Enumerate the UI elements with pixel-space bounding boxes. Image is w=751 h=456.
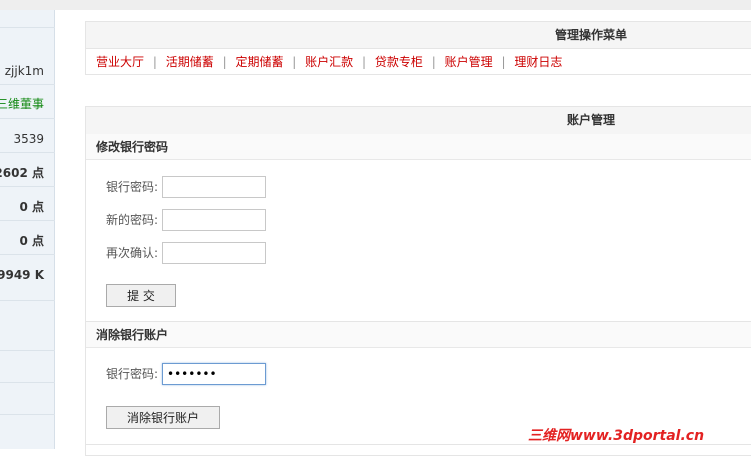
sidebar-divider xyxy=(0,350,55,351)
submit-button[interactable]: 提 交 xyxy=(106,284,176,307)
close-bank-password-input[interactable] xyxy=(162,363,266,385)
sidebar-user-group: 三维董事 xyxy=(0,97,44,111)
sidebar-divider xyxy=(0,186,55,187)
account-management-panel: 账户管理 修改银行密码 银行密码: 新的密码: 再次确认: 提 交 消除银行账户… xyxy=(85,106,751,456)
menu-separator: | xyxy=(152,55,157,69)
menu-link-fixed-deposit[interactable]: 定期储蓄 xyxy=(235,55,283,69)
sidebar-username[interactable]: zjjk1m xyxy=(5,62,44,80)
sidebar-divider xyxy=(0,152,55,153)
top-strip xyxy=(0,0,751,10)
sidebar-stat: 2602 点 xyxy=(0,166,44,180)
menu-link-finance-log[interactable]: 理财日志 xyxy=(514,55,562,69)
menu-separator: | xyxy=(222,55,227,69)
menu-separator: | xyxy=(362,55,367,69)
menu-links: 营业大厅 | 活期储蓄 | 定期储蓄 | 账户汇款 | 贷款专柜 | 账户管理 … xyxy=(86,49,751,71)
menu-link-demand-deposit[interactable]: 活期储蓄 xyxy=(166,55,214,69)
sidebar-divider xyxy=(0,382,55,383)
menu-separator: | xyxy=(501,55,506,69)
menu-link-remittance[interactable]: 账户汇款 xyxy=(305,55,353,69)
operation-menu-panel: 管理操作菜单 营业大厅 | 活期储蓄 | 定期储蓄 | 账户汇款 | 贷款专柜 … xyxy=(85,21,751,75)
sidebar-divider xyxy=(0,118,55,119)
site-watermark: 三维网www.3dportal.cn xyxy=(528,428,705,444)
sidebar-stat: 0 点 xyxy=(19,200,44,214)
menu-title: 管理操作菜单 xyxy=(86,22,751,49)
bank-password-label: 银行密码: xyxy=(106,180,159,194)
sidebar-divider xyxy=(0,27,55,28)
menu-link-lobby[interactable]: 营业大厅 xyxy=(96,55,144,69)
confirm-password-input[interactable] xyxy=(162,242,266,264)
confirm-password-label: 再次确认: xyxy=(106,246,159,260)
user-info-sidebar: zjjk1m 三维董事 3539 2602 点 0 点 0 点 9949 K xyxy=(0,10,55,449)
close-account-title: 消除银行账户 xyxy=(86,322,751,348)
menu-link-account-management[interactable]: 账户管理 xyxy=(445,55,493,69)
close-bank-password-label: 银行密码: xyxy=(106,367,159,381)
bank-password-input[interactable] xyxy=(162,176,266,198)
sidebar-divider xyxy=(0,300,55,301)
menu-separator: | xyxy=(292,55,297,69)
sidebar-stat: 0 点 xyxy=(19,234,44,248)
new-password-label: 新的密码: xyxy=(106,213,159,227)
close-account-button[interactable]: 消除银行账户 xyxy=(106,406,220,429)
sidebar-stat: 3539 xyxy=(13,132,44,146)
sidebar-stat: 9949 K xyxy=(0,268,44,282)
sidebar-divider xyxy=(0,254,55,255)
sidebar-divider xyxy=(0,414,55,415)
sidebar-divider xyxy=(0,220,55,221)
menu-link-loan[interactable]: 贷款专柜 xyxy=(375,55,423,69)
menu-separator: | xyxy=(431,55,436,69)
change-password-title: 修改银行密码 xyxy=(86,134,751,160)
account-panel-title: 账户管理 xyxy=(86,107,751,135)
sidebar-divider xyxy=(0,84,55,85)
new-password-input[interactable] xyxy=(162,209,266,231)
